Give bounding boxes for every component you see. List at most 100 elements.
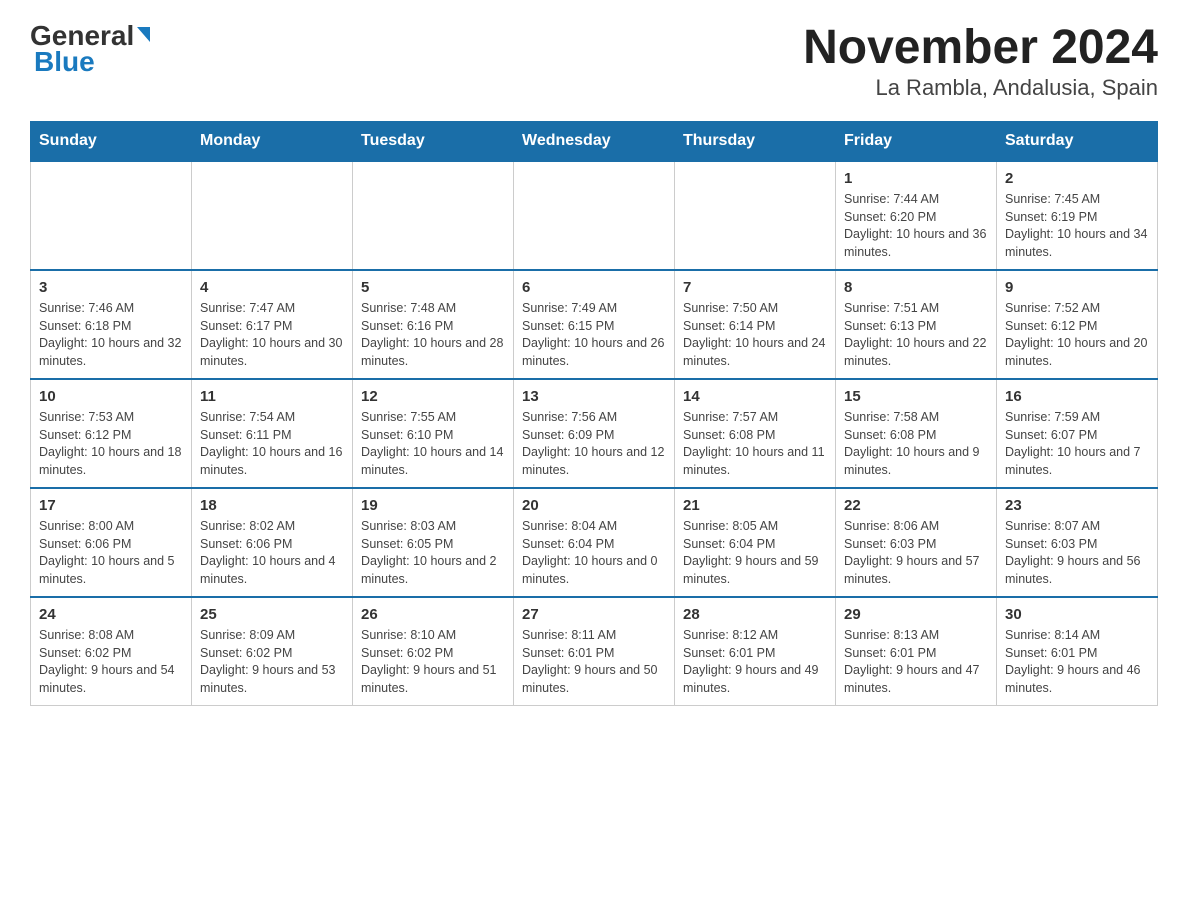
day-number: 27 [522, 606, 666, 623]
calendar-cell: 5 Sunrise: 7:48 AM Sunset: 6:16 PM Daylig… [353, 270, 514, 379]
day-info: Sunrise: 7:45 AM Sunset: 6:19 PM Dayligh… [1005, 191, 1149, 261]
day-number: 28 [683, 606, 827, 623]
calendar-week-row: 24Sunrise: 8:08 AM Sunset: 6:02 PM Dayli… [31, 597, 1158, 706]
calendar-cell: 28 Sunrise: 8:12 AM Sunset: 6:01 PM Dayli… [675, 597, 836, 706]
calendar-cell: 21 Sunrise: 8:05 AM Sunset: 6:04 PM Dayli… [675, 488, 836, 597]
calendar-cell [514, 161, 675, 270]
day-number: 22 [844, 497, 988, 514]
calendar-cell: 14 Sunrise: 7:57 AM Sunset: 6:08 PM Dayli… [675, 379, 836, 488]
calendar-cell: 17 Sunrise: 8:00 AM Sunset: 6:06 PM Dayli… [31, 488, 192, 597]
title-block: November 2024 La Rambla, Andalusia, Spai… [803, 20, 1158, 101]
day-number: 18 [200, 497, 344, 514]
day-number: 23 [1005, 497, 1149, 514]
calendar-table: SundayMondayTuesdayWednesdayThursdayFrid… [30, 121, 1158, 706]
day-info: Sunrise: 8:13 AM Sunset: 6:01 PM Dayligh… [844, 627, 988, 697]
day-number: 7 [683, 279, 827, 296]
day-info: Sunrise: 8:00 AM Sunset: 6:06 PM Dayligh… [39, 518, 183, 588]
day-info: Sunrise: 7:56 AM Sunset: 6:09 PM Dayligh… [522, 409, 666, 479]
calendar-cell: 24Sunrise: 8:08 AM Sunset: 6:02 PM Dayli… [31, 597, 192, 706]
day-number: 13 [522, 388, 666, 405]
day-info: Sunrise: 7:58 AM Sunset: 6:08 PM Dayligh… [844, 409, 988, 479]
calendar-cell [675, 161, 836, 270]
day-info: Sunrise: 8:14 AM Sunset: 6:01 PM Dayligh… [1005, 627, 1149, 697]
day-info: Sunrise: 7:47 AM Sunset: 6:17 PM Dayligh… [200, 300, 344, 370]
day-info: Sunrise: 7:59 AM Sunset: 6:07 PM Dayligh… [1005, 409, 1149, 479]
day-number: 6 [522, 279, 666, 296]
day-number: 26 [361, 606, 505, 623]
day-number: 15 [844, 388, 988, 405]
day-number: 5 [361, 279, 505, 296]
day-info: Sunrise: 8:12 AM Sunset: 6:01 PM Dayligh… [683, 627, 827, 697]
weekday-header-tuesday: Tuesday [353, 122, 514, 162]
calendar-cell: 16 Sunrise: 7:59 AM Sunset: 6:07 PM Dayli… [997, 379, 1158, 488]
day-number: 24 [39, 606, 183, 623]
day-number: 14 [683, 388, 827, 405]
day-info: Sunrise: 7:53 AM Sunset: 6:12 PM Dayligh… [39, 409, 183, 479]
calendar-cell: 7 Sunrise: 7:50 AM Sunset: 6:14 PM Daylig… [675, 270, 836, 379]
day-info: Sunrise: 7:46 AM Sunset: 6:18 PM Dayligh… [39, 300, 183, 370]
calendar-cell: 3 Sunrise: 7:46 AM Sunset: 6:18 PM Daylig… [31, 270, 192, 379]
day-info: Sunrise: 7:48 AM Sunset: 6:16 PM Dayligh… [361, 300, 505, 370]
calendar-cell: 11 Sunrise: 7:54 AM Sunset: 6:11 PM Dayli… [192, 379, 353, 488]
calendar-cell [31, 161, 192, 270]
day-number: 4 [200, 279, 344, 296]
calendar-cell: 12 Sunrise: 7:55 AM Sunset: 6:10 PM Dayli… [353, 379, 514, 488]
day-info: Sunrise: 8:05 AM Sunset: 6:04 PM Dayligh… [683, 518, 827, 588]
page-header: General Blue November 2024 La Rambla, An… [30, 20, 1158, 101]
weekday-header-monday: Monday [192, 122, 353, 162]
day-info: Sunrise: 7:52 AM Sunset: 6:12 PM Dayligh… [1005, 300, 1149, 370]
calendar-week-row: 10 Sunrise: 7:53 AM Sunset: 6:12 PM Dayli… [31, 379, 1158, 488]
calendar-cell: 10 Sunrise: 7:53 AM Sunset: 6:12 PM Dayli… [31, 379, 192, 488]
calendar-cell [192, 161, 353, 270]
day-number: 8 [844, 279, 988, 296]
logo-triangle-icon [137, 27, 150, 42]
day-info: Sunrise: 7:55 AM Sunset: 6:10 PM Dayligh… [361, 409, 505, 479]
day-number: 2 [1005, 170, 1149, 187]
day-number: 3 [39, 279, 183, 296]
day-number: 20 [522, 497, 666, 514]
weekday-header-sunday: Sunday [31, 122, 192, 162]
calendar-cell: 30 Sunrise: 8:14 AM Sunset: 6:01 PM Dayli… [997, 597, 1158, 706]
logo: General Blue [30, 20, 150, 78]
day-number: 9 [1005, 279, 1149, 296]
day-info: Sunrise: 7:50 AM Sunset: 6:14 PM Dayligh… [683, 300, 827, 370]
calendar-cell: 13 Sunrise: 7:56 AM Sunset: 6:09 PM Dayli… [514, 379, 675, 488]
day-number: 25 [200, 606, 344, 623]
calendar-cell: 29 Sunrise: 8:13 AM Sunset: 6:01 PM Dayli… [836, 597, 997, 706]
calendar-header-row: SundayMondayTuesdayWednesdayThursdayFrid… [31, 122, 1158, 162]
calendar-cell: 22 Sunrise: 8:06 AM Sunset: 6:03 PM Dayli… [836, 488, 997, 597]
logo-blue-text: Blue [34, 46, 95, 78]
calendar-cell: 4 Sunrise: 7:47 AM Sunset: 6:17 PM Daylig… [192, 270, 353, 379]
weekday-header-thursday: Thursday [675, 122, 836, 162]
day-number: 30 [1005, 606, 1149, 623]
day-info: Sunrise: 8:07 AM Sunset: 6:03 PM Dayligh… [1005, 518, 1149, 588]
page-title: November 2024 [803, 20, 1158, 75]
calendar-cell: 19 Sunrise: 8:03 AM Sunset: 6:05 PM Dayli… [353, 488, 514, 597]
day-number: 16 [1005, 388, 1149, 405]
calendar-cell: 9 Sunrise: 7:52 AM Sunset: 6:12 PM Daylig… [997, 270, 1158, 379]
calendar-cell: 18Sunrise: 8:02 AM Sunset: 6:06 PM Dayli… [192, 488, 353, 597]
calendar-cell: 15 Sunrise: 7:58 AM Sunset: 6:08 PM Dayli… [836, 379, 997, 488]
calendar-cell: 26Sunrise: 8:10 AM Sunset: 6:02 PM Dayli… [353, 597, 514, 706]
day-info: Sunrise: 7:54 AM Sunset: 6:11 PM Dayligh… [200, 409, 344, 479]
day-number: 10 [39, 388, 183, 405]
weekday-header-saturday: Saturday [997, 122, 1158, 162]
day-info: Sunrise: 8:11 AM Sunset: 6:01 PM Dayligh… [522, 627, 666, 697]
day-info: Sunrise: 8:03 AM Sunset: 6:05 PM Dayligh… [361, 518, 505, 588]
calendar-cell: 1Sunrise: 7:44 AM Sunset: 6:20 PM Daylig… [836, 161, 997, 270]
day-number: 12 [361, 388, 505, 405]
day-number: 11 [200, 388, 344, 405]
page-subtitle: La Rambla, Andalusia, Spain [803, 75, 1158, 101]
weekday-header-friday: Friday [836, 122, 997, 162]
calendar-week-row: 17 Sunrise: 8:00 AM Sunset: 6:06 PM Dayli… [31, 488, 1158, 597]
day-number: 29 [844, 606, 988, 623]
day-info: Sunrise: 7:44 AM Sunset: 6:20 PM Dayligh… [844, 191, 988, 261]
day-info: Sunrise: 7:51 AM Sunset: 6:13 PM Dayligh… [844, 300, 988, 370]
day-number: 19 [361, 497, 505, 514]
calendar-cell: 27 Sunrise: 8:11 AM Sunset: 6:01 PM Dayli… [514, 597, 675, 706]
day-number: 17 [39, 497, 183, 514]
day-info: Sunrise: 7:57 AM Sunset: 6:08 PM Dayligh… [683, 409, 827, 479]
day-number: 21 [683, 497, 827, 514]
day-info: Sunrise: 8:06 AM Sunset: 6:03 PM Dayligh… [844, 518, 988, 588]
calendar-cell: 20Sunrise: 8:04 AM Sunset: 6:04 PM Dayli… [514, 488, 675, 597]
